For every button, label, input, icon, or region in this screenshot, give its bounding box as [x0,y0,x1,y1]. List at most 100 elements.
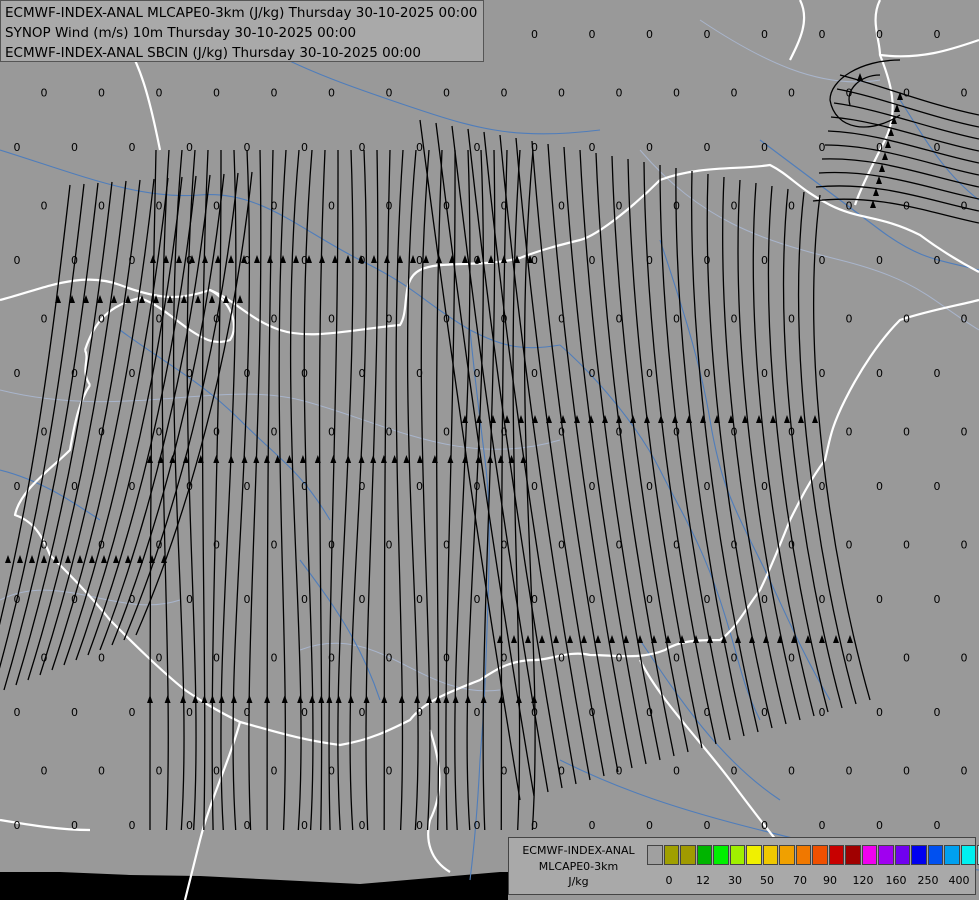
sbcin-value: 0 [328,313,335,326]
sbcin-value: 0 [129,480,136,493]
sbcin-value: 0 [213,539,220,552]
sbcin-value: 0 [961,652,968,665]
sbcin-value: 0 [386,539,393,552]
sbcin-value: 0 [761,593,768,606]
sbcin-value: 0 [761,480,768,493]
sbcin-value: 0 [359,819,366,832]
sbcin-value: 0 [934,706,941,719]
sbcin-value: 0 [301,480,308,493]
sbcin-value: 0 [129,141,136,154]
sbcin-value: 0 [443,539,450,552]
sbcin-value: 0 [271,313,278,326]
sbcin-value: 0 [386,87,393,100]
sbcin-value: 0 [704,141,711,154]
legend-tick-label: 70 [793,874,807,887]
sbcin-value: 0 [646,593,653,606]
sbcin-value: 0 [731,87,738,100]
sbcin-value: 0 [788,313,795,326]
sbcin-value: 0 [876,28,883,41]
sbcin-value: 0 [704,593,711,606]
sbcin-value: 0 [156,426,163,439]
sbcin-value: 0 [589,819,596,832]
sbcin-value: 0 [704,254,711,267]
sbcin-value: 0 [731,765,738,778]
sbcin-value: 0 [531,480,538,493]
sbcin-value: 0 [731,200,738,213]
sbcin-value: 0 [416,254,423,267]
sbcin-value: 0 [673,87,680,100]
sbcin-value: 0 [531,593,538,606]
sbcin-value: 0 [589,593,596,606]
sbcin-value: 0 [589,367,596,380]
sbcin-value: 0 [213,87,220,100]
sbcin-value: 0 [876,141,883,154]
sbcin-value: 0 [876,480,883,493]
sbcin-value: 0 [558,765,565,778]
sbcin-value: 0 [876,367,883,380]
legend-tick-label: 30 [728,874,742,887]
sbcin-value: 0 [271,652,278,665]
sbcin-value: 0 [186,819,193,832]
sbcin-value: 0 [846,765,853,778]
sbcin-value: 0 [616,313,623,326]
sbcin-value: 0 [156,765,163,778]
sbcin-value: 0 [558,200,565,213]
sbcin-value: 0 [474,480,481,493]
title-mlcape: ECMWF-INDEX-ANAL MLCAPE0-3km (J/kg) Thur… [5,5,478,21]
sbcin-value: 0 [934,593,941,606]
sbcin-value: 0 [271,765,278,778]
sbcin-value: 0 [673,313,680,326]
sbcin-value: 0 [98,539,105,552]
legend-swatch [762,845,778,865]
legend-swatch [779,845,795,865]
sbcin-value: 0 [819,706,826,719]
sbcin-value: 0 [903,87,910,100]
sbcin-value: 0 [129,706,136,719]
sbcin-value: 0 [443,313,450,326]
sbcin-value: 0 [186,367,193,380]
legend-swatch [812,845,828,865]
sbcin-value: 0 [156,313,163,326]
sbcin-value: 0 [589,254,596,267]
sbcin-value: 0 [788,765,795,778]
sbcin-value: 0 [846,652,853,665]
sbcin-value: 0 [98,200,105,213]
sbcin-value: 0 [673,426,680,439]
sbcin-value: 0 [788,539,795,552]
sbcin-value: 0 [186,141,193,154]
sbcin-value: 0 [819,28,826,41]
map-title-box: ECMWF-INDEX-ANAL MLCAPE0-3km (J/kg) Thur… [0,0,484,62]
sbcin-value: 0 [41,87,48,100]
sbcin-value: 0 [416,593,423,606]
legend-tick-label: 0 [665,874,673,887]
sbcin-value: 0 [819,254,826,267]
sbcin-value: 0 [558,539,565,552]
legend-swatch [795,845,811,865]
sbcin-value: 0 [589,706,596,719]
sbcin-value: 0 [474,367,481,380]
legend-tick-label: 90 [823,874,837,887]
sbcin-value: 0 [903,200,910,213]
sbcin-value: 0 [186,593,193,606]
legend-title-line-2: MLCAPE0-3km [538,859,619,873]
sbcin-value: 0 [416,367,423,380]
legend-tick-label: 250 [917,874,939,887]
sbcin-value: 0 [531,367,538,380]
sbcin-value: 0 [646,141,653,154]
sbcin-value: 0 [819,480,826,493]
sbcin-value: 0 [386,200,393,213]
sbcin-value: 0 [328,87,335,100]
sbcin-value: 0 [301,141,308,154]
sbcin-value: 0 [186,706,193,719]
sbcin-value: 0 [501,313,508,326]
sbcin-value: 0 [359,593,366,606]
sbcin-value: 0 [646,819,653,832]
sbcin-value: 0 [71,367,78,380]
sbcin-value: 0 [761,141,768,154]
sbcin-value: 0 [71,141,78,154]
legend-swatch [647,845,663,865]
sbcin-value: 0 [646,367,653,380]
sbcin-value: 0 [474,254,481,267]
sbcin-value: 0 [129,367,136,380]
legend-tick-labels: 0 12 30 50 70 90 120 160 250 400 [647,874,977,888]
